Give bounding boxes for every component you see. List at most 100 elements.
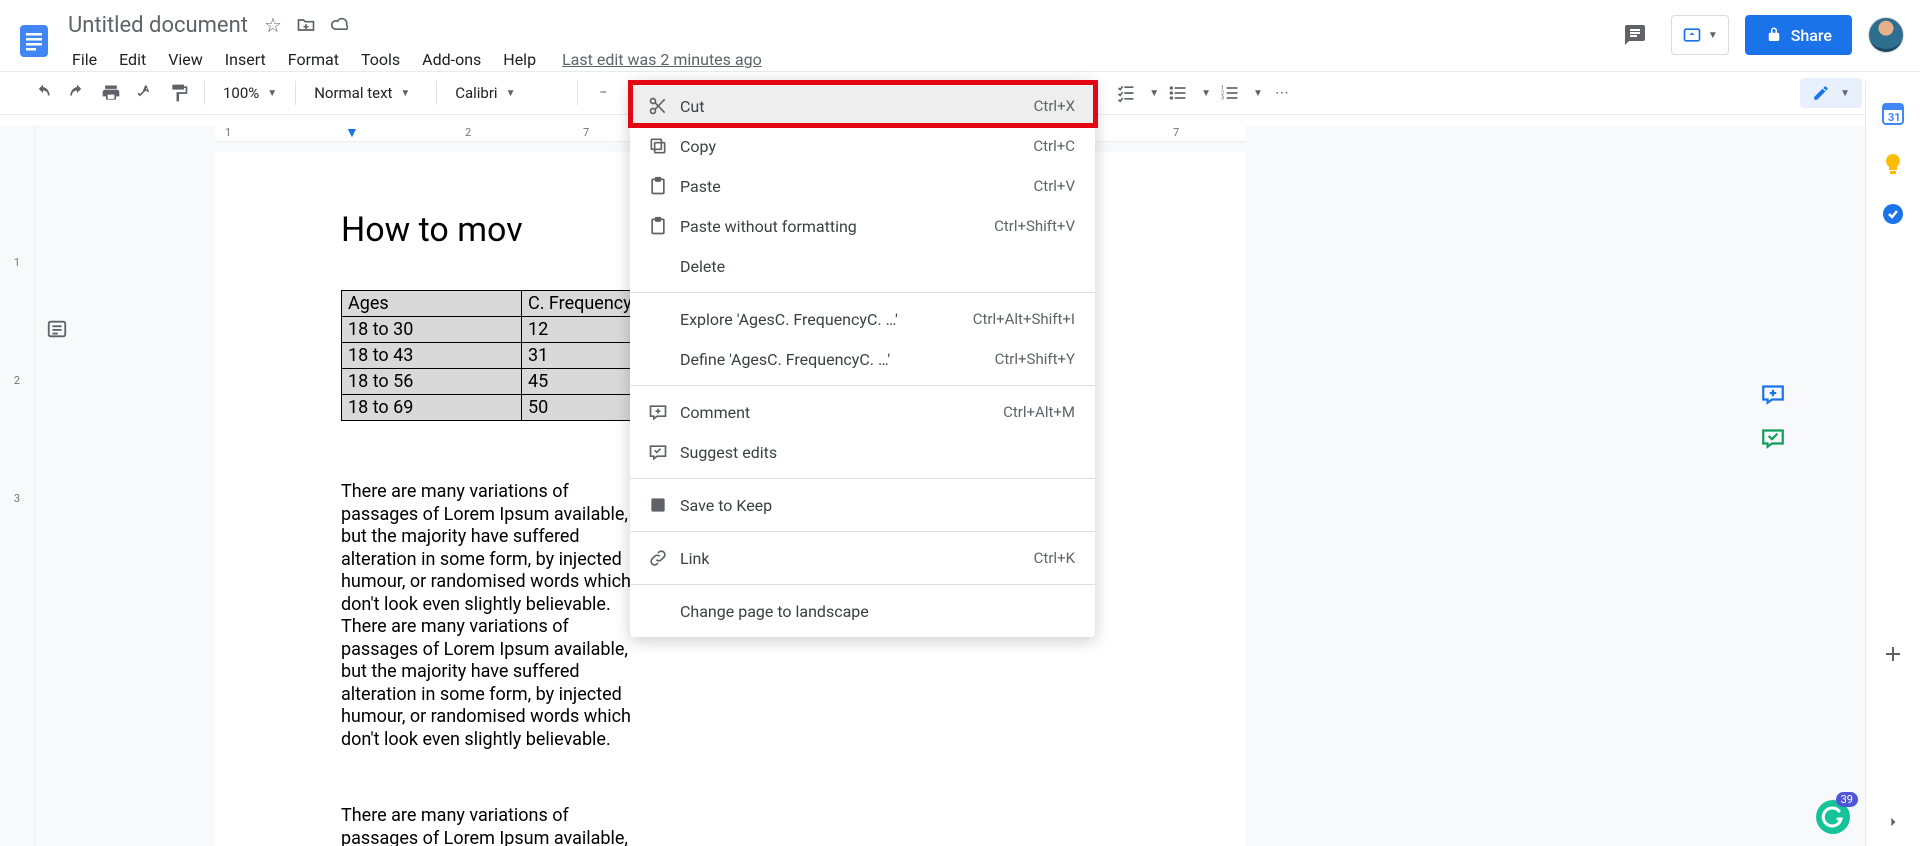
context-menu-label: Save to Keep: [680, 496, 1075, 515]
context-menu-shortcut: Ctrl+C: [1033, 137, 1075, 155]
indent-marker-icon[interactable]: ▼: [345, 126, 359, 141]
docs-logo-icon[interactable]: [14, 14, 54, 68]
keep-icon[interactable]: [1881, 152, 1905, 176]
context-menu-label: Link: [680, 549, 1034, 568]
title-bar: Untitled document ☆ File Edit View Inser…: [0, 0, 1920, 71]
context-menu-shortcut: Ctrl+Shift+V: [994, 217, 1075, 235]
context-menu-item[interactable]: CommentCtrl+Alt+M: [630, 392, 1095, 432]
table-cell[interactable]: 18 to 69: [342, 395, 522, 421]
context-menu-label: Copy: [680, 137, 1033, 156]
context-menu-item[interactable]: Change page to landscape: [630, 591, 1095, 631]
table-cell[interactable]: 18 to 56: [342, 369, 522, 395]
last-edit-link[interactable]: Last edit was 2 minutes ago: [556, 46, 768, 73]
context-menu-item[interactable]: Save to Keep: [630, 485, 1095, 525]
bulleted-list-button[interactable]: [1163, 78, 1193, 108]
side-panel: 31: [1865, 82, 1920, 846]
suggest-icon: [648, 442, 680, 462]
share-button[interactable]: Share: [1745, 15, 1852, 55]
suggest-edits-button[interactable]: [1760, 424, 1786, 450]
menu-view[interactable]: View: [158, 46, 213, 73]
document-outline-button[interactable]: [40, 312, 74, 346]
svg-text:31: 31: [1888, 111, 1901, 124]
menu-addons[interactable]: Add-ons: [412, 46, 491, 73]
checklist-button[interactable]: [1111, 78, 1141, 108]
context-menu-label: Paste without formatting: [680, 217, 994, 236]
open-comments-button[interactable]: [1615, 15, 1655, 55]
context-menu-label: Cut: [680, 97, 1034, 116]
zoom-select[interactable]: 100%▼: [215, 78, 285, 108]
ruler-tick: 1: [0, 256, 34, 269]
context-menu-item[interactable]: LinkCtrl+K: [630, 538, 1095, 578]
grammarly-count-badge: 39: [1836, 792, 1858, 807]
table-cell[interactable]: Ages: [342, 291, 522, 317]
add-addon-button[interactable]: [1881, 642, 1905, 666]
more-toolbar-button[interactable]: ⋯: [1267, 78, 1297, 108]
context-menu-shortcut: Ctrl+Alt+Shift+I: [973, 310, 1075, 328]
ruler-tick: 1: [225, 126, 231, 139]
account-avatar[interactable]: [1868, 17, 1904, 53]
context-menu-label: Define 'AgesC. FrequencyC. …': [680, 350, 995, 369]
ruler-tick: 3: [0, 492, 34, 505]
vertical-ruler: 1 2 3: [0, 126, 35, 846]
move-icon[interactable]: [296, 15, 316, 35]
numbered-list-button[interactable]: 123: [1215, 78, 1245, 108]
paste-icon: [648, 176, 680, 196]
context-menu-shortcut: Ctrl+K: [1034, 549, 1075, 567]
font-select[interactable]: Calibri▼: [447, 78, 567, 108]
context-menu-item[interactable]: Suggest edits: [630, 432, 1095, 472]
paint-format-button[interactable]: [164, 78, 194, 108]
cut-icon: [648, 96, 680, 116]
editing-mode-button[interactable]: ▼: [1800, 78, 1862, 108]
link-icon: [648, 548, 680, 568]
spellcheck-button[interactable]: [130, 78, 160, 108]
context-menu-shortcut: Ctrl+Alt+M: [1003, 403, 1075, 421]
context-menu-label: Change page to landscape: [680, 602, 1075, 621]
menu-file[interactable]: File: [62, 46, 107, 73]
context-menu-label: Suggest edits: [680, 443, 1075, 462]
context-menu-label: Comment: [680, 403, 1003, 422]
document-title[interactable]: Untitled document: [62, 11, 254, 40]
context-menu-shortcut: Ctrl+X: [1034, 97, 1075, 115]
calendar-icon[interactable]: 31: [1881, 102, 1905, 126]
context-menu-item[interactable]: CutCtrl+X: [630, 86, 1095, 126]
context-menu-item[interactable]: CopyCtrl+C: [630, 126, 1095, 166]
font-size-decrease[interactable]: −: [588, 78, 618, 108]
context-menu-item[interactable]: Define 'AgesC. FrequencyC. …'Ctrl+Shift+…: [630, 339, 1095, 379]
paragraph-style-select[interactable]: Normal text▼: [306, 78, 426, 108]
context-menu-separator: [630, 478, 1095, 479]
menu-insert[interactable]: Insert: [215, 46, 276, 73]
table-cell[interactable]: 18 to 30: [342, 317, 522, 343]
undo-button[interactable]: [28, 78, 58, 108]
paste-icon: [648, 216, 680, 236]
menu-tools[interactable]: Tools: [351, 46, 410, 73]
present-button[interactable]: ▼: [1671, 15, 1729, 55]
paragraph: There are many variations of passages of…: [341, 805, 641, 846]
menu-format[interactable]: Format: [278, 46, 349, 73]
ruler-tick: 2: [465, 126, 471, 139]
menu-edit[interactable]: Edit: [109, 46, 156, 73]
context-menu-shortcut: Ctrl+Shift+Y: [995, 350, 1075, 368]
context-menu: CutCtrl+XCopyCtrl+CPasteCtrl+VPaste with…: [630, 80, 1095, 637]
show-side-panel-button[interactable]: [1883, 812, 1903, 832]
print-button[interactable]: [96, 78, 126, 108]
floating-tools: [1751, 380, 1795, 450]
table-cell[interactable]: 18 to 43: [342, 343, 522, 369]
add-comment-button[interactable]: [1760, 380, 1786, 406]
context-menu-item[interactable]: Delete: [630, 246, 1095, 286]
ruler-tick: 7: [1173, 126, 1179, 139]
context-menu-separator: [630, 385, 1095, 386]
grammarly-widget[interactable]: 39: [1814, 798, 1852, 836]
star-icon[interactable]: ☆: [264, 15, 282, 35]
menu-help[interactable]: Help: [493, 46, 546, 73]
context-menu-separator: [630, 531, 1095, 532]
context-menu-item[interactable]: Explore 'AgesC. FrequencyC. …'Ctrl+Alt+S…: [630, 299, 1095, 339]
ruler-tick: 2: [0, 374, 34, 387]
redo-button[interactable]: [62, 78, 92, 108]
ruler-tick: 7: [583, 126, 589, 139]
tasks-icon[interactable]: [1881, 202, 1905, 226]
context-menu-item[interactable]: PasteCtrl+V: [630, 166, 1095, 206]
copy-icon: [648, 136, 680, 156]
context-menu-separator: [630, 292, 1095, 293]
context-menu-item[interactable]: Paste without formattingCtrl+Shift+V: [630, 206, 1095, 246]
cloud-status-icon[interactable]: [330, 15, 350, 35]
